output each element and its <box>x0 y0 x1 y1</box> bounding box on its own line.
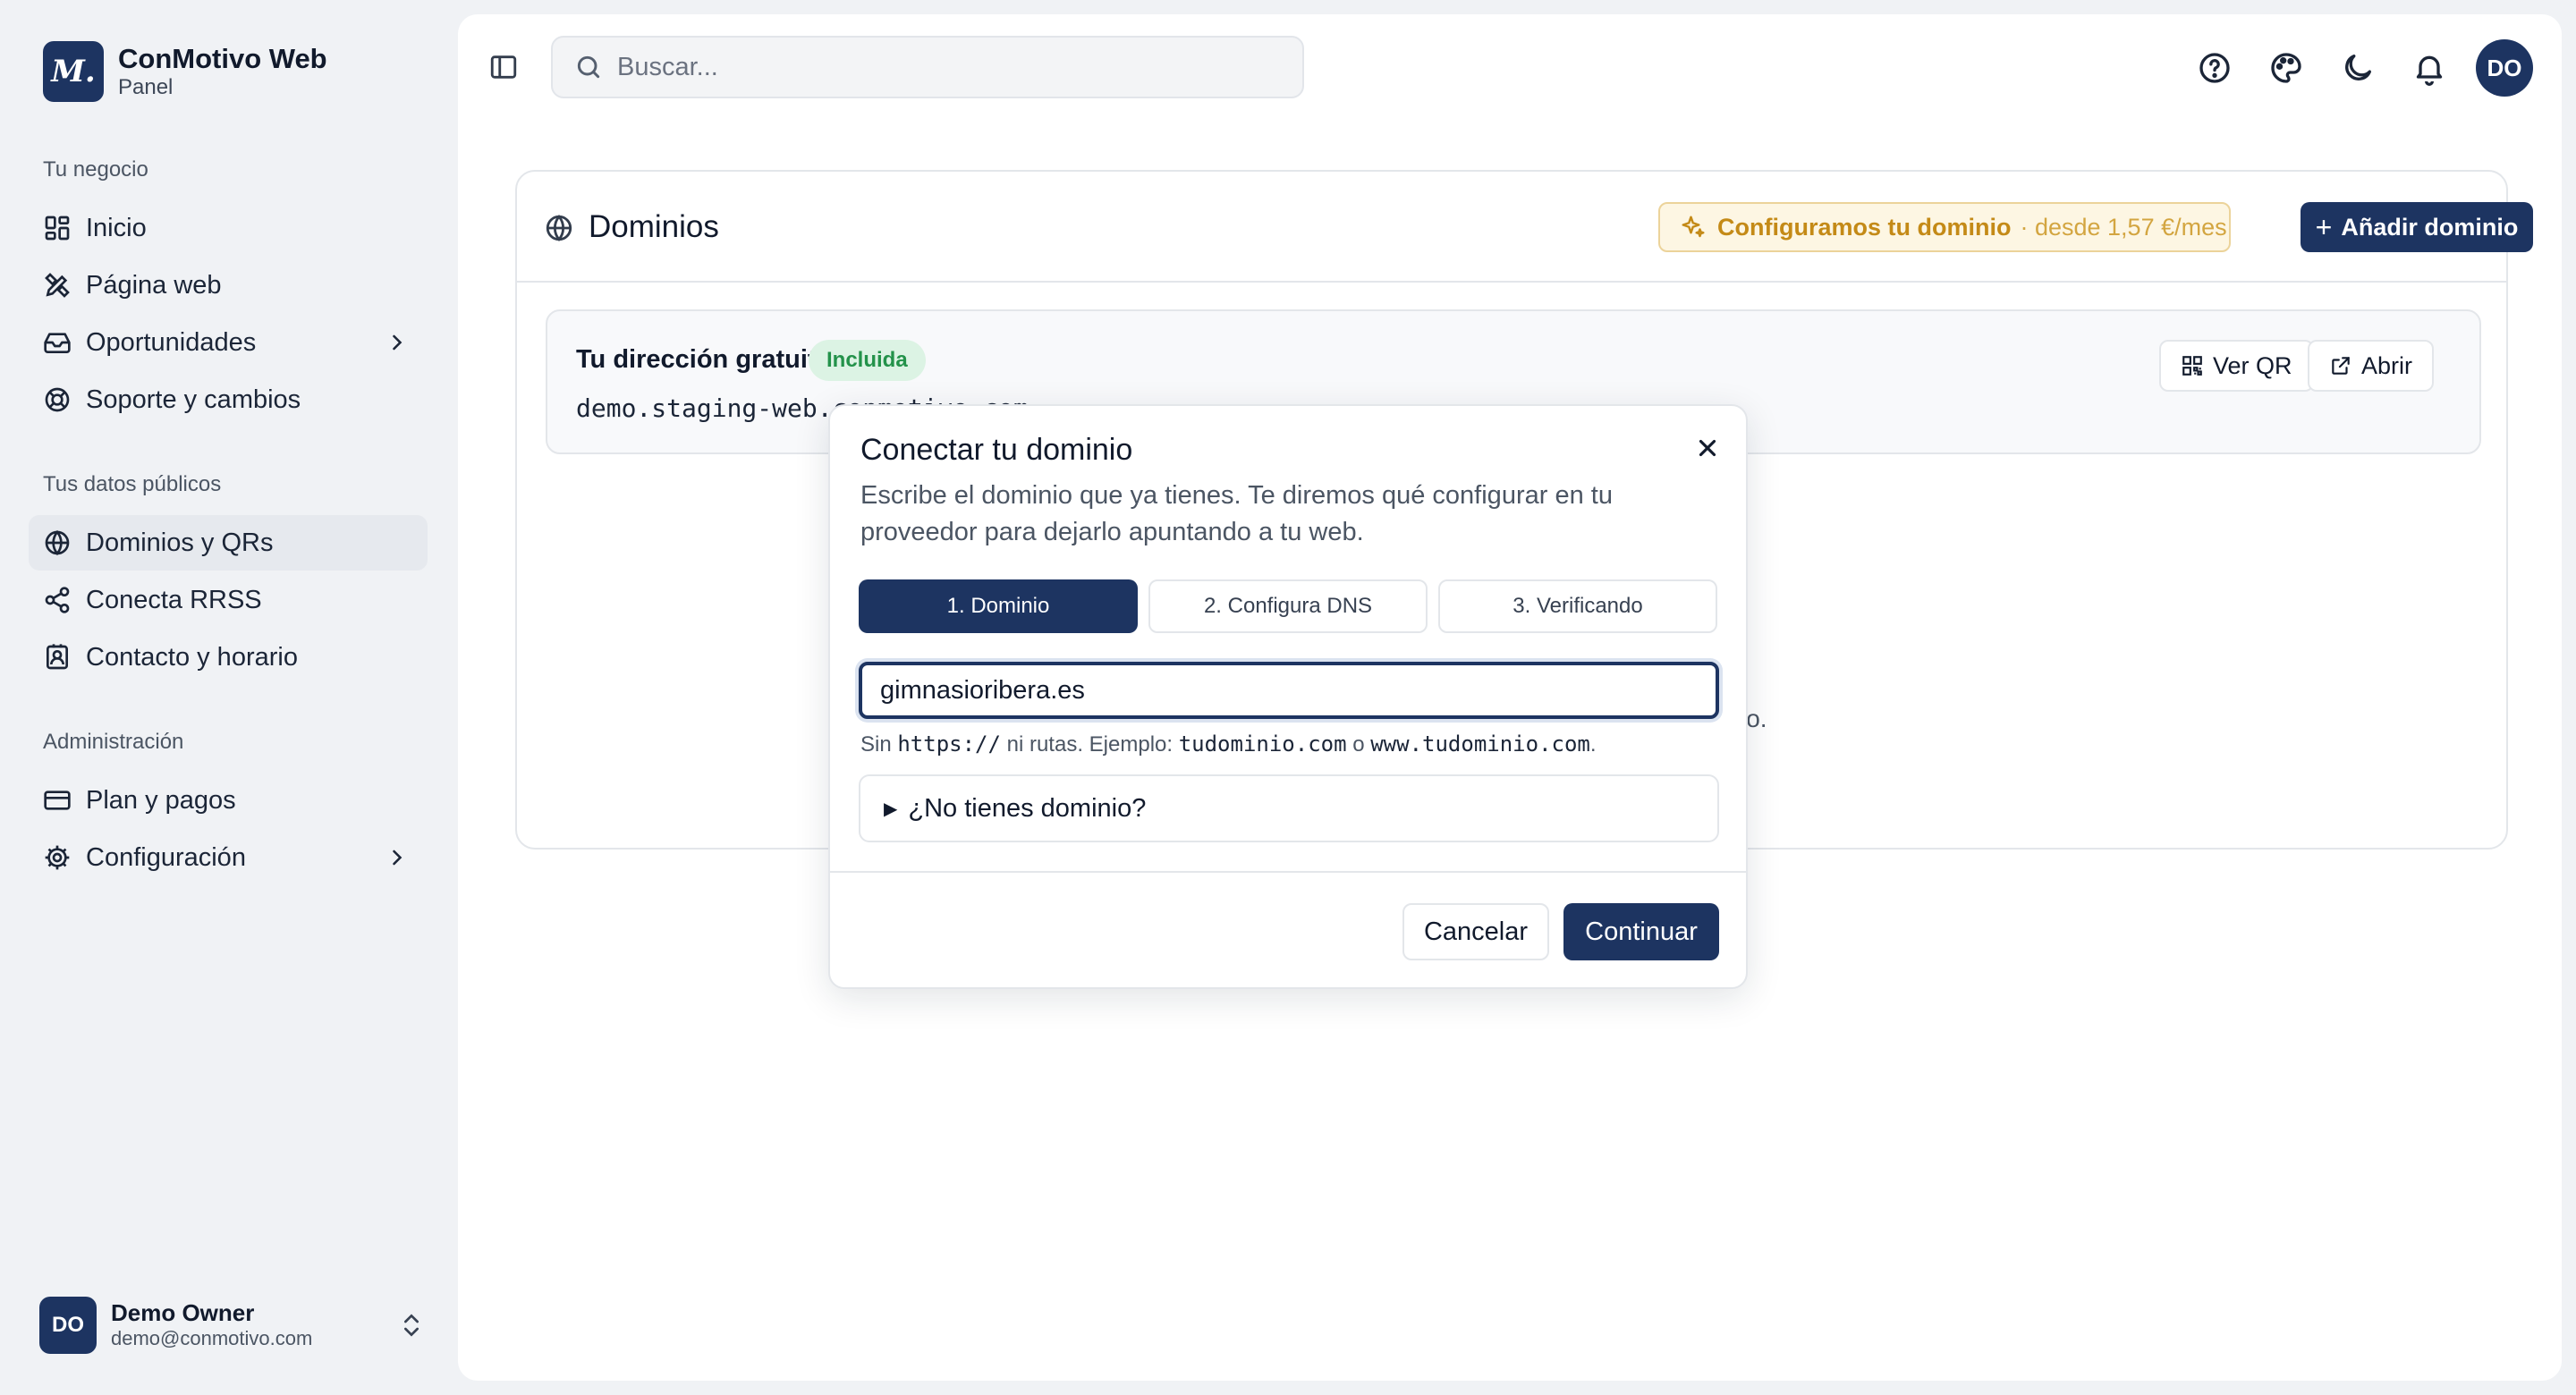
close-icon[interactable] <box>1694 435 1721 461</box>
design-icon <box>45 273 70 298</box>
gear-icon <box>45 845 70 870</box>
main-panel: DO Dominios Configuramos tu dominio · de… <box>458 14 2562 1381</box>
nav-group-title-admin: Administración <box>43 730 184 754</box>
inbox-icon <box>44 333 71 353</box>
sidebar-item-label: Configuración <box>86 842 246 872</box>
palette-icon[interactable] <box>2268 50 2304 86</box>
add-domain-button[interactable]: + Añadir dominio <box>2301 202 2533 252</box>
external-link-icon <box>2332 357 2350 375</box>
search-bar[interactable] <box>551 36 1304 98</box>
user-email: demo@conmotivo.com <box>111 1327 313 1350</box>
grid-icon <box>45 216 70 241</box>
sparkles-icon <box>1682 216 1705 238</box>
hint-text: o <box>1346 732 1371 757</box>
step-configura-dns[interactable]: 2. Configura DNS <box>1148 579 1428 633</box>
user-name: Demo Owner <box>111 1299 255 1327</box>
sidebar-item-oportunidades[interactable]: Oportunidades <box>29 315 428 370</box>
connect-domain-dialog: Conectar tu dominio Escribe el dominio q… <box>828 404 1748 989</box>
chevron-right-icon <box>393 334 402 351</box>
sidebar-item-rrss[interactable]: Conecta RRSS <box>29 572 428 628</box>
hint-code: tudominio.com <box>1178 731 1347 757</box>
open-site-label: Abrir <box>2361 351 2413 379</box>
sidebar-item-label: Plan y pagos <box>86 785 236 815</box>
view-qr-button[interactable]: Ver QR <box>2159 340 2314 392</box>
hint-text: Sin <box>860 732 898 757</box>
no-domain-summary: ¿No tienes dominio? <box>908 793 1147 823</box>
step-verificando[interactable]: 3. Verificando <box>1438 579 1717 633</box>
dialog-title: Conectar tu dominio <box>860 433 1133 467</box>
sidebar-item-inicio[interactable]: Inicio <box>29 200 428 256</box>
avatar: DO <box>39 1297 97 1354</box>
globe-icon <box>45 529 70 556</box>
bell-icon[interactable] <box>2411 50 2447 86</box>
nav-group-title-negocio: Tu negocio <box>43 157 148 182</box>
sidebar: M. ConMotivo Web Panel Tu negocio Inicio… <box>0 0 456 1395</box>
view-qr-label: Ver QR <box>2213 351 2292 379</box>
user-menu[interactable]: DO Demo Owner demo@conmotivo.com <box>39 1297 426 1354</box>
card-header: Dominios Configuramos tu dominio · desde… <box>517 172 2533 283</box>
brand[interactable]: M. ConMotivo Web Panel <box>43 41 327 102</box>
sidebar-item-label: Página web <box>86 270 222 300</box>
no-domain-disclosure[interactable]: ▶ ¿No tienes dominio? <box>859 774 1719 842</box>
sidebar-item-label: Inicio <box>86 213 147 242</box>
contact-icon <box>47 644 68 670</box>
search-icon <box>577 55 600 79</box>
sidebar-toggle-icon[interactable] <box>488 52 519 82</box>
dialog-description: Escribe el dominio que ya tienes. Te dir… <box>860 481 1613 546</box>
hint-code: https:// <box>897 731 1001 757</box>
page-title: Dominios <box>589 209 719 244</box>
cancel-button[interactable]: Cancelar <box>1402 903 1549 960</box>
sidebar-item-dominios[interactable]: Dominios y QRs <box>29 515 428 571</box>
sidebar-item-contacto[interactable]: Contacto y horario <box>29 630 428 685</box>
share-icon <box>45 587 70 613</box>
add-domain-label: Añadir dominio <box>2341 213 2519 241</box>
hint-text: ni rutas. Ejemplo: <box>1000 732 1179 757</box>
chevron-right-icon <box>393 850 402 866</box>
divider <box>830 871 1746 873</box>
help-icon[interactable] <box>2197 50 2233 86</box>
plus-icon: + <box>2315 210 2333 243</box>
sidebar-item-configuracion[interactable]: Configuración <box>29 830 428 885</box>
brand-name: ConMotivo Web <box>118 43 327 75</box>
hint-text: . <box>1589 732 1597 757</box>
domain-input[interactable] <box>859 662 1719 719</box>
sidebar-item-label: Dominios y QRs <box>86 528 274 557</box>
promo-text: Configuramos tu dominio <box>1717 213 2012 241</box>
sidebar-item-label: Soporte y cambios <box>86 385 301 414</box>
promo-price: · desde 1,57 €/mes <box>2020 213 2227 241</box>
credit-card-icon <box>44 790 71 810</box>
continue-button[interactable]: Continuar <box>1563 903 1719 960</box>
sidebar-item-label: Contacto y horario <box>86 642 298 672</box>
sidebar-item-pagina-web[interactable]: Página web <box>29 258 428 313</box>
chevrons-up-down-icon <box>404 1314 419 1337</box>
search-input[interactable] <box>617 52 1297 82</box>
sidebar-item-label: Conecta RRSS <box>86 585 262 614</box>
domain-input-hint: Sin https:// ni rutas. Ejemplo: tudomini… <box>860 731 1597 757</box>
hint-code: www.tudominio.com <box>1370 731 1590 757</box>
sidebar-item-label: Oportunidades <box>86 327 257 357</box>
brand-logo: M. <box>43 41 104 102</box>
qr-code-icon <box>2182 356 2202 376</box>
lifebuoy-icon <box>45 387 70 412</box>
sidebar-item-soporte[interactable]: Soporte y cambios <box>29 372 428 427</box>
globe-icon <box>546 215 572 241</box>
domain-setup-promo[interactable]: Configuramos tu dominio · desde 1,57 €/m… <box>1658 202 2231 252</box>
disclosure-triangle-icon: ▶ <box>884 799 898 819</box>
step-dominio[interactable]: 1. Dominio <box>859 579 1138 633</box>
moon-icon[interactable] <box>2340 50 2376 86</box>
avatar[interactable]: DO <box>2476 39 2533 97</box>
sidebar-item-plan[interactable]: Plan y pagos <box>29 773 428 828</box>
status-badge: Incluida <box>809 340 926 381</box>
free-address-title: Tu dirección gratuita <box>576 345 831 374</box>
open-site-button[interactable]: Abrir <box>2308 340 2435 392</box>
nav-group-title-datos: Tus datos públicos <box>43 472 222 496</box>
brand-subtitle: Panel <box>118 75 174 100</box>
